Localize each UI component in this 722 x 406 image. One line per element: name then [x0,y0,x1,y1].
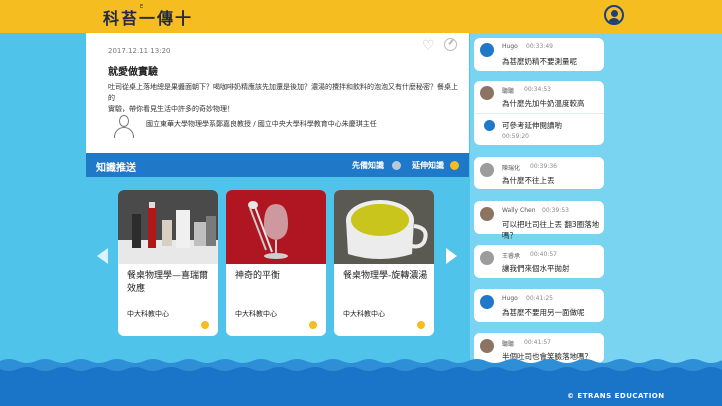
heart-icon[interactable]: ♡ [422,38,435,54]
chat-message: 王睿承 00:40:57 讓我們來個水平拋射 [474,245,604,278]
chat-username: Wally Chen [502,207,536,214]
author-icon [114,115,134,139]
avatar [480,43,494,57]
chat-username: 王睿承 [502,253,521,260]
article-date: 2017.12.11 13:20 [108,47,171,55]
chat-text: 為什麼不往上丟 [502,176,555,185]
avatar [480,339,494,353]
avatar [480,295,494,309]
knowledge-card[interactable]: 神奇的平衡 中大科教中心 [226,190,326,336]
chat-message: Wally Chen 00:39:53 可以把吐司往上丟 翻3圈落地嗎？ [474,201,604,240]
user-profile-icon[interactable] [604,5,624,25]
chat-time: 00:41:25 [526,295,553,302]
avatar [480,207,494,221]
card-source: 中大科教中心 [343,310,385,318]
knowledge-card[interactable]: 餐桌物理學-旋轉濃湯 中大科教中心 [334,190,434,336]
chat-time: 00:39:36 [530,163,557,170]
avatar [480,251,494,265]
card-source: 中大科教中心 [127,310,169,318]
chat-message: 聽聽 00:34:53 為什麼先加牛奶溫度較高 可參考延伸閱讀喲 00:59:2… [474,81,604,145]
chat-panel: Hugo 00:33:49 為甚麼奶精不要測量呢 聽聽 00:34:53 為什麼… [470,33,722,363]
carousel-next-arrow[interactable] [446,248,457,264]
chat-message: 陳瑞化 00:39:36 為什麼不往上丟 [474,157,604,189]
chat-username: 聽聽 [502,88,515,95]
article-title: 就愛做實驗 [108,67,158,78]
card-title: 神奇的平衡 [235,271,281,281]
knowledge-push-bar: 知識推送 先備知識 延伸知識 [86,153,469,177]
card-image [118,190,218,264]
card-image [334,190,434,264]
chat-text: 可以把吐司往上丟 翻3圈落地嗎？ [502,220,600,240]
chat-time: 00:40:57 [530,251,557,258]
top-bar: 科苔一傳十 E [0,0,722,33]
chat-message: Hugo 00:41:25 為甚麼不要用另一面做呢 [474,289,604,322]
reply-divider [474,113,604,114]
chat-text: 為什麼先加牛奶溫度較高 [502,99,585,108]
chat-text: 為甚麼不要用另一面做呢 [502,308,585,317]
footer-copyright: © ETRANS EDUCATION [567,392,665,400]
chat-time: 00:33:49 [526,43,553,50]
knowledge-card[interactable]: 餐桌物理學—喜瑞爾效應 中大科教中心 [118,190,218,336]
chat-username: 聽聽 [502,341,515,348]
card-image [226,190,326,264]
chat-username: Hugo [502,295,518,302]
article-body-line-1: 吐司從桌上落地總是果醬面朝下？喝咖啡奶精應該先加還是後加？濃湯的攪拌和飲料的泡泡… [108,83,458,102]
chat-time: 00:34:53 [524,86,551,93]
prior-knowledge-tab[interactable]: 先備知識 [352,160,384,171]
chat-text: 讓我們來個水平拋射 [502,264,570,273]
card-status-dot [201,321,209,329]
avatar [480,86,494,100]
chat-username: Hugo [502,43,518,50]
chat-username: 陳瑞化 [502,165,521,172]
card-title: 餐桌物理學—喜瑞爾效應 [127,271,209,294]
extended-knowledge-dot[interactable] [450,161,459,170]
article-author: 國立東華大學物理學系鄭嘉良教授 / 國立中央大學科學教育中心朱慶琪主任 [146,120,377,128]
reply-time: 00:59:20 [502,133,529,140]
extended-knowledge-tab[interactable]: 延伸知識 [412,160,444,171]
chat-message: Hugo 00:33:49 為甚麼奶精不要測量呢 [474,38,604,71]
carousel-prev-arrow[interactable] [97,248,108,264]
avatar [480,163,494,177]
logo-superscript: E [140,4,144,10]
card-status-dot [309,321,317,329]
card-title: 餐桌物理學-旋轉濃湯 [343,271,428,281]
knowledge-push-title: 知識推送 [96,163,136,174]
prior-knowledge-dot[interactable] [392,161,401,170]
chat-time: 00:39:53 [542,207,569,214]
article-body: 吐司從桌上落地總是果醬面朝下？喝咖啡奶精應該先加還是後加？濃湯的攪拌和飲料的泡泡… [108,82,458,115]
article-panel: 2017.12.11 13:20 ♡ 就愛做實驗 吐司從桌上落地總是果醬面朝下？… [86,33,469,153]
reply-text: 可參考延伸閱讀喲 [502,121,562,130]
share-icon[interactable] [444,38,457,51]
card-source: 中大科教中心 [235,310,277,318]
avatar [484,120,495,131]
chat-text: 為甚麼奶精不要測量呢 [502,57,577,66]
app-logo[interactable]: 科苔一傳十 [103,5,193,29]
card-status-dot [417,321,425,329]
article-body-line-2: 實驗，帶你看見生活中許多的奇妙物理！ [108,105,234,113]
chat-time: 00:41:57 [524,339,551,346]
